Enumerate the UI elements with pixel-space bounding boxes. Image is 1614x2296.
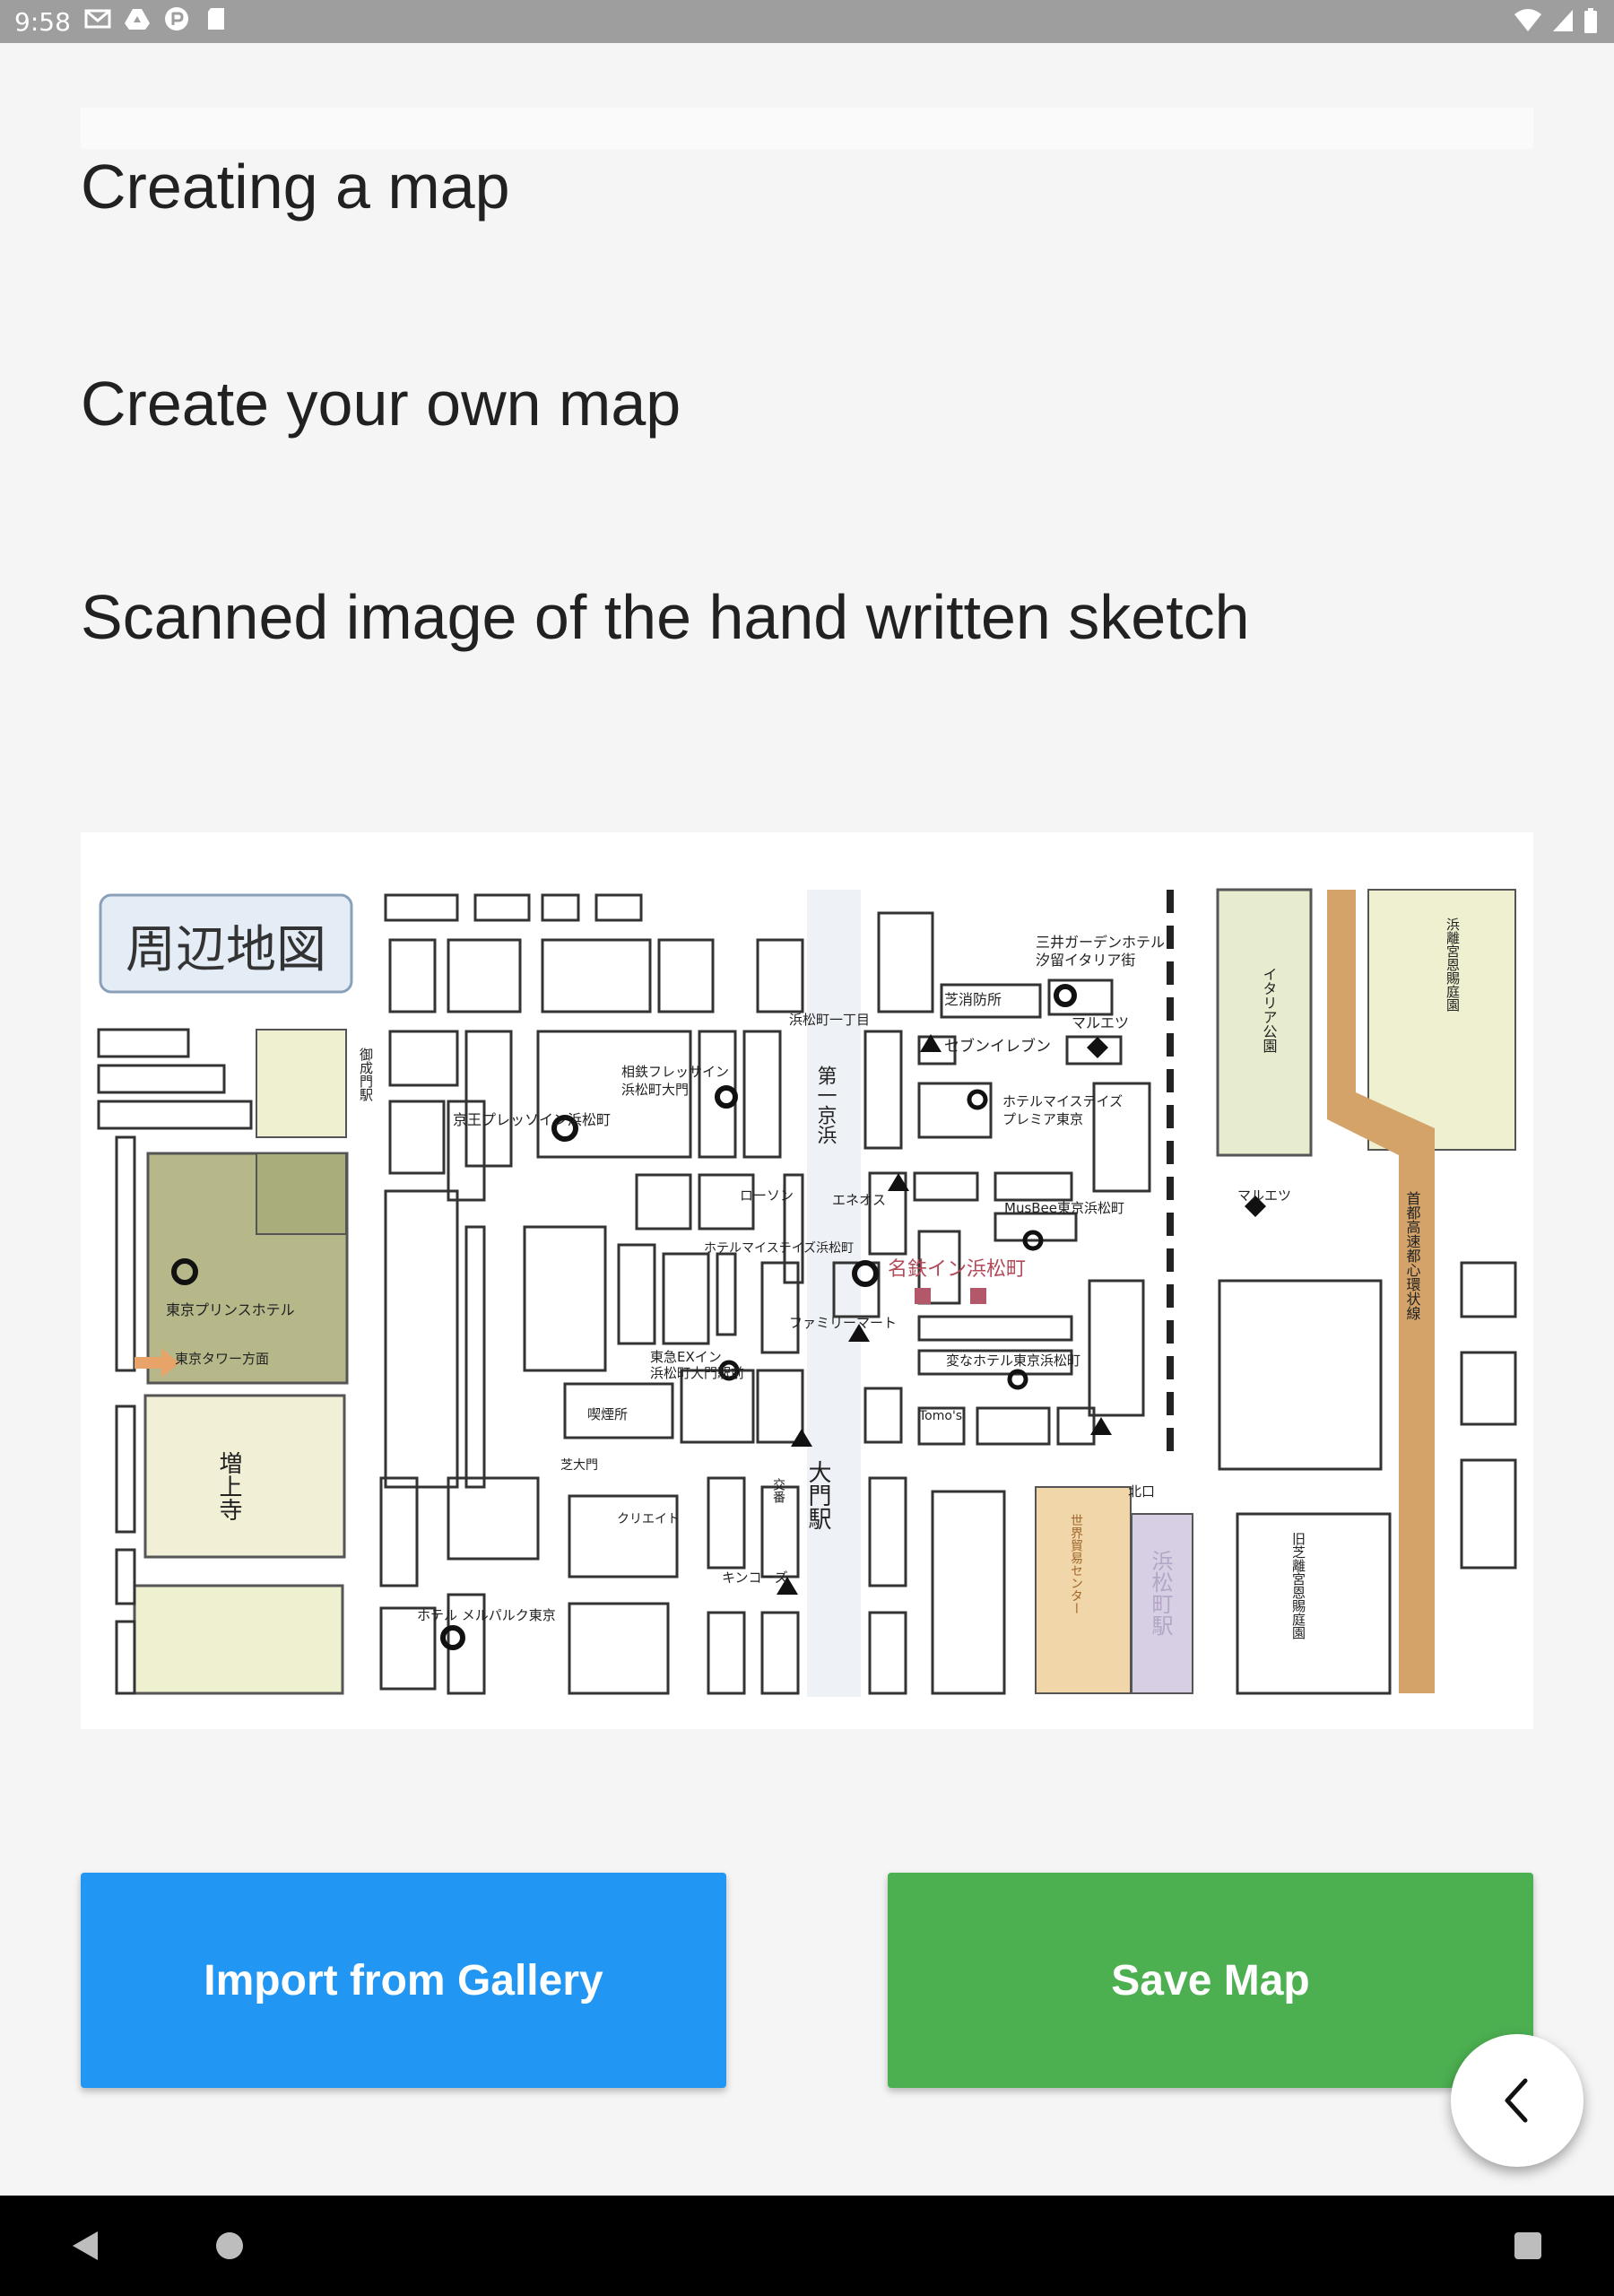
- text-create-own-map: Create your own map: [81, 369, 681, 439]
- back-fab[interactable]: [1451, 2034, 1584, 2167]
- svg-text:北口: 北口: [1128, 1483, 1155, 1500]
- signal-icon: [1553, 10, 1573, 31]
- svg-text:汐留イタリア街: 汐留イタリア街: [1036, 952, 1135, 969]
- svg-text:名鉄イン浜松町: 名鉄イン浜松町: [888, 1258, 1026, 1281]
- map-title: 周辺地図: [126, 921, 326, 979]
- wifi-icon: [1514, 9, 1541, 31]
- svg-text:マルエツ: マルエツ: [1237, 1187, 1291, 1204]
- svg-text:浜松町一丁目: 浜松町一丁目: [789, 1012, 870, 1028]
- svg-text:旧芝離宮恩賜庭園: 旧芝離宮恩賜庭園: [1290, 1532, 1306, 1639]
- back-triangle-icon: [73, 2231, 98, 2260]
- svg-text:御成門駅: 御成門駅: [358, 1048, 374, 1101]
- svg-text:喫煙所: 喫煙所: [587, 1406, 628, 1422]
- svg-text:京王プレッソイン浜松町: 京王プレッソイン浜松町: [453, 1111, 611, 1128]
- drive-icon: [125, 9, 150, 30]
- svg-text:ホテルマイステイズ浜松町: ホテルマイステイズ浜松町: [704, 1241, 854, 1256]
- svg-text:ファミリーマート: ファミリーマート: [789, 1315, 897, 1331]
- svg-text:芝大門: 芝大門: [560, 1458, 598, 1473]
- nav-back-button[interactable]: [22, 2196, 147, 2296]
- hand-drawn-map: 周辺地図 三井ガーデンホテル 汐留イタリア街 芝消防所 浜松町一丁目 マルエツ …: [81, 832, 1533, 1729]
- svg-text:増上寺: 増上寺: [215, 1451, 242, 1521]
- system-icons: [1514, 7, 1598, 34]
- pocket-icon: [165, 7, 188, 30]
- svg-text:イタリア公園: イタリア公園: [1261, 967, 1278, 1053]
- svg-text:変なホテル東京浜松町: 変なホテル東京浜松町: [946, 1352, 1080, 1369]
- nav-recents-button[interactable]: [1465, 2196, 1591, 2296]
- status-time: 9:58: [14, 7, 71, 37]
- svg-text:芝消防所: 芝消防所: [944, 991, 1002, 1008]
- svg-text:第一京浜: 第一京浜: [814, 1065, 837, 1144]
- import-from-gallery-button[interactable]: Import from Gallery: [81, 1873, 726, 2088]
- svg-text:相鉄フレッサイン: 相鉄フレッサイン: [621, 1064, 729, 1080]
- svg-text:首都高速都心環状線: 首都高速都心環状線: [1404, 1191, 1421, 1320]
- svg-text:東急EXイン: 東急EXイン: [650, 1349, 722, 1365]
- svg-text:プレミア東京: プレミア東京: [1002, 1111, 1083, 1127]
- svg-text:世界貿易センター: 世界貿易センター: [1069, 1514, 1083, 1614]
- svg-text:浜松町大門: 浜松町大門: [621, 1082, 689, 1098]
- svg-text:ホテル メルパルク東京: ホテル メルパルク東京: [417, 1607, 556, 1623]
- svg-text:Tomo's: Tomo's: [918, 1409, 962, 1423]
- title-strip: [81, 108, 1533, 149]
- save-map-button[interactable]: Save Map: [888, 1873, 1533, 2088]
- svg-text:浜松町駅: 浜松町駅: [1148, 1550, 1173, 1636]
- sd-card-icon: [208, 8, 224, 30]
- svg-text:東京タワー方面: 東京タワー方面: [175, 1351, 269, 1367]
- text-scanned-image: Scanned image of the hand written sketch: [81, 582, 1250, 652]
- svg-text:東京プリンスホテル: 東京プリンスホテル: [166, 1301, 295, 1318]
- gmail-icon: [84, 9, 111, 29]
- battery-icon: [1584, 8, 1597, 33]
- notification-icons: [84, 5, 230, 32]
- home-circle-icon: [216, 2232, 243, 2259]
- svg-text:マルエツ: マルエツ: [1072, 1014, 1129, 1031]
- svg-text:大門駅: 大門駅: [804, 1460, 831, 1530]
- svg-text:ローソン: ローソン: [740, 1187, 794, 1204]
- svg-text:交番: 交番: [771, 1477, 785, 1503]
- status-bar: 9:58: [0, 0, 1614, 43]
- svg-text:クリエイト: クリエイト: [617, 1512, 680, 1526]
- map-image: 周辺地図 三井ガーデンホテル 汐留イタリア街 芝消防所 浜松町一丁目 マルエツ …: [81, 832, 1533, 1729]
- svg-text:エネオス: エネオス: [832, 1192, 886, 1208]
- navigation-bar: [0, 2196, 1614, 2296]
- svg-text:浜松町大門駅前: 浜松町大門駅前: [650, 1365, 744, 1381]
- svg-text:キンコーズ: キンコーズ: [722, 1570, 788, 1586]
- svg-text:ホテルマイステイズ: ホテルマイステイズ: [1002, 1093, 1123, 1109]
- recents-square-icon: [1514, 2232, 1541, 2259]
- svg-text:MusBee東京浜松町: MusBee東京浜松町: [1004, 1200, 1124, 1216]
- nav-home-button[interactable]: [167, 2196, 292, 2296]
- svg-text:浜離宮恩賜庭園: 浜離宮恩賜庭園: [1445, 918, 1461, 1012]
- svg-text:セブンイレブン: セブンイレブン: [944, 1037, 1051, 1056]
- chevron-left-icon: [1505, 2078, 1528, 2123]
- svg-text:三井ガーデンホテル: 三井ガーデンホテル: [1036, 934, 1165, 951]
- heading-creating-map: Creating a map: [81, 152, 510, 222]
